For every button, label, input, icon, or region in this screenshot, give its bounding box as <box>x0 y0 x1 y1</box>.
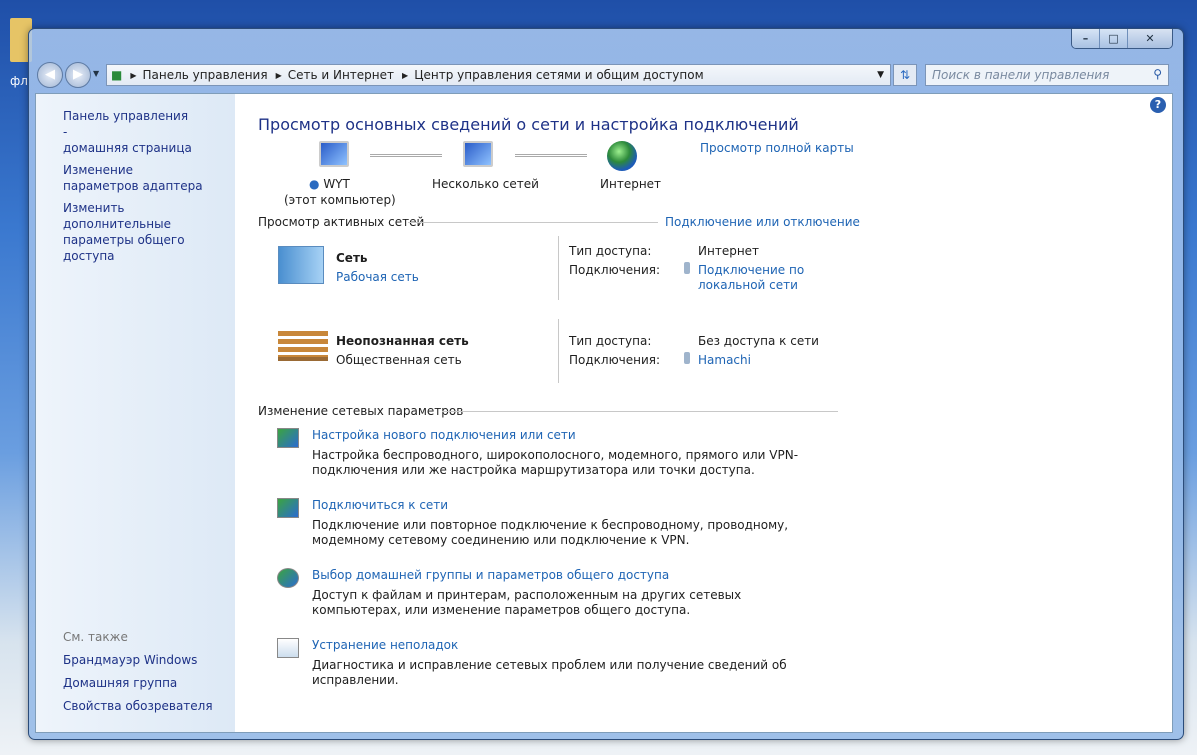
network-type-link[interactable]: Рабочая сеть <box>336 270 419 284</box>
troubleshoot-icon <box>277 638 299 658</box>
access-type-value: Без доступа к сети <box>698 334 819 348</box>
task-description: Диагностика и исправление сетевых пробле… <box>312 658 787 687</box>
caption-buttons: – □ ✕ <box>1071 29 1173 49</box>
change-settings-header: Изменение сетевых параметров <box>258 404 464 418</box>
search-placeholder: Поиск в панели управления <box>932 68 1110 82</box>
map-computer: ● WYT <box>309 177 350 191</box>
network-type: Общественная сеть <box>336 353 462 367</box>
multiple-networks-icon[interactable] <box>463 141 493 167</box>
close-button[interactable]: ✕ <box>1128 29 1172 48</box>
divider <box>558 236 559 300</box>
divider <box>408 222 658 223</box>
active-networks-header: Просмотр активных сетей <box>258 215 425 229</box>
control-panel-window: – □ ✕ ◀ ▶ ▼ ■ ▶ Панель управления ▶ Сеть и… <box>28 28 1184 740</box>
divider <box>442 411 838 412</box>
maximize-button[interactable]: □ <box>1100 29 1128 48</box>
sidebar: Панель управления - домашняя страница Из… <box>36 94 235 732</box>
address-dropdown-icon[interactable]: ▼ <box>877 70 884 80</box>
computer-subtitle: (этот компьютер) <box>284 193 396 207</box>
map-connector <box>515 154 587 157</box>
access-type-label: Тип доступа: <box>569 334 652 348</box>
network-adapter-icon <box>684 352 690 364</box>
access-type-label: Тип доступа: <box>569 244 652 258</box>
homegroup-icon <box>277 568 299 588</box>
connections-label: Подключения: <box>569 263 661 277</box>
sidebar-link-homegroup[interactable]: Домашняя группа <box>63 675 213 691</box>
computer-icon[interactable] <box>319 141 349 167</box>
map-internet: Интернет <box>600 177 662 191</box>
breadcrumb-control-panel[interactable]: Панель управления <box>143 68 268 82</box>
connect-disconnect-link[interactable]: Подключение или отключение <box>665 215 860 229</box>
minimize-button[interactable]: – <box>1072 29 1100 48</box>
task-link-connect[interactable]: Подключиться к сети <box>312 498 448 512</box>
view-full-map-link[interactable]: Просмотр полной карты <box>700 141 854 155</box>
history-dropdown-icon[interactable]: ▼ <box>93 69 99 78</box>
refresh-button[interactable]: ⇅ <box>893 64 917 86</box>
breadcrumb-separator-icon[interactable]: ▶ <box>130 71 136 80</box>
connect-network-icon <box>277 498 299 518</box>
breadcrumb-separator-icon[interactable]: ▶ <box>402 71 408 80</box>
public-network-bench-icon[interactable] <box>278 331 328 361</box>
task-description: Подключение или повторное подключение к … <box>312 518 789 547</box>
network-name: Неопознанная сеть <box>336 334 469 348</box>
homegroup-icon: ● <box>309 177 320 191</box>
client-area: Панель управления - домашняя страница Из… <box>35 93 1173 733</box>
breadcrumb-network-center[interactable]: Центр управления сетями и общим доступом <box>414 68 703 82</box>
sidebar-link-home[interactable]: Панель управления - домашняя страница <box>63 108 193 156</box>
task-link-homegroup[interactable]: Выбор домашней группы и параметров общег… <box>312 568 669 582</box>
main-panel: ? Просмотр основных сведений о сети и на… <box>235 94 1172 732</box>
new-connection-icon <box>277 428 299 448</box>
access-type-value: Интернет <box>698 244 760 258</box>
search-input[interactable]: Поиск в панели управления ⚲ <box>925 64 1169 86</box>
help-icon[interactable]: ? <box>1150 97 1166 113</box>
network-adapter-icon <box>684 262 690 274</box>
sidebar-link-adapter-settings[interactable]: Изменение параметров адаптера <box>63 162 203 194</box>
connections-label: Подключения: <box>569 353 661 367</box>
breadcrumb-network-internet[interactable]: Сеть и Интернет <box>288 68 394 82</box>
task-description: Настройка беспроводного, широкополосного… <box>312 448 799 477</box>
back-button[interactable]: ◀ <box>37 62 63 88</box>
address-bar[interactable]: ■ ▶ Панель управления ▶ Сеть и Интернет ▶ Ц… <box>106 64 891 86</box>
task-link-troubleshoot[interactable]: Устранение неполадок <box>312 638 458 652</box>
sidebar-link-sharing-settings[interactable]: Изменить дополнительные параметры общего… <box>63 200 223 264</box>
task-description: Доступ к файлам и принтерам, расположенн… <box>312 588 742 617</box>
desktop-icon-label: фл <box>10 74 28 88</box>
network-folder-icon: ■ <box>111 68 123 82</box>
divider <box>558 319 559 383</box>
task-link-new-connection[interactable]: Настройка нового подключения или сети <box>312 428 576 442</box>
internet-globe-icon[interactable] <box>607 141 637 171</box>
connection-link-hamachi[interactable]: Hamachi <box>698 353 751 367</box>
work-network-icon[interactable] <box>278 246 324 284</box>
connection-link-lan[interactable]: Подключение по локальной сети <box>698 263 808 293</box>
page-title: Просмотр основных сведений о сети и наст… <box>258 115 799 134</box>
sidebar-link-internet-options[interactable]: Свойства обозревателя <box>63 698 213 714</box>
map-connector <box>370 154 442 157</box>
see-also-header: См. также <box>63 630 128 644</box>
forward-button[interactable]: ▶ <box>65 62 91 88</box>
search-icon[interactable]: ⚲ <box>1153 67 1162 81</box>
computer-name: WYT <box>323 177 350 191</box>
sidebar-link-firewall[interactable]: Брандмауэр Windows <box>63 652 213 668</box>
network-name: Сеть <box>336 251 368 265</box>
breadcrumb-separator-icon[interactable]: ▶ <box>276 71 282 80</box>
map-multiple-networks: Несколько сетей <box>432 177 539 191</box>
